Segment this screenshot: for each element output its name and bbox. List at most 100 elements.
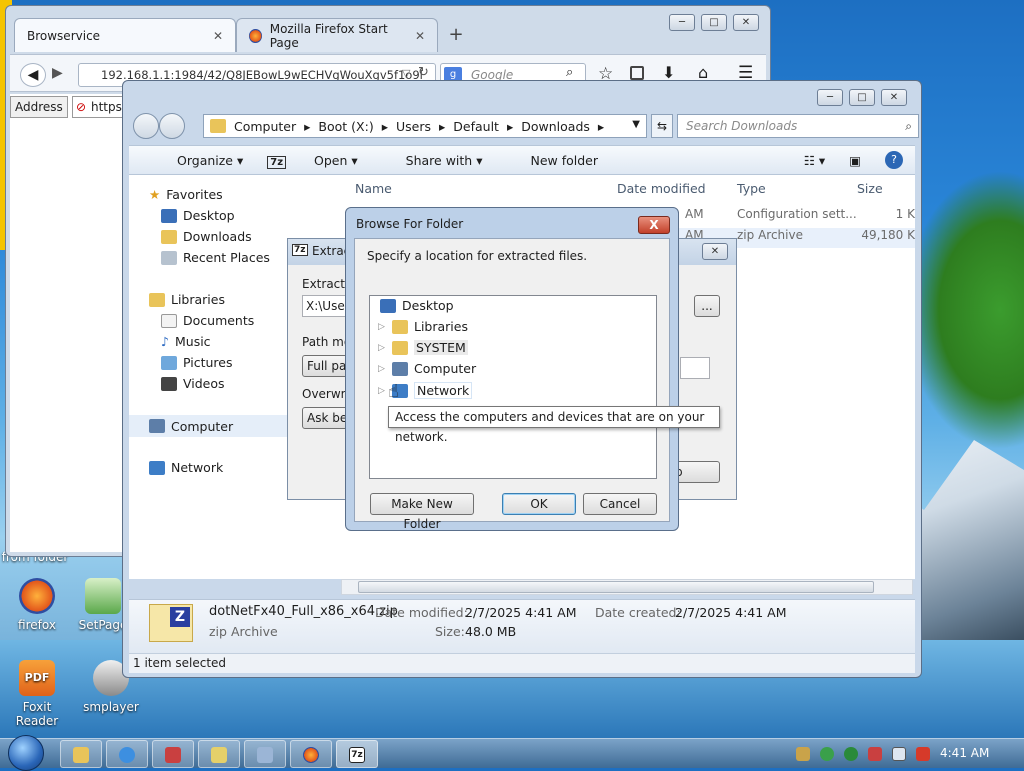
back-button[interactable]: ◀ — [20, 63, 46, 87]
desktop-icon-foxit-reader[interactable]: PDF Foxit Reader — [2, 660, 72, 728]
taskbar-explorer[interactable] — [60, 740, 102, 768]
breadcrumb-item[interactable]: Boot (X:) — [318, 119, 373, 134]
tree-item-libraries[interactable]: ▷ Libraries — [378, 319, 468, 334]
column-type[interactable]: Type — [737, 181, 766, 196]
nav-recent-places[interactable]: Recent Places — [161, 250, 270, 265]
help-icon[interactable]: ? — [885, 151, 903, 169]
hand-cursor-icon: ☝ — [388, 381, 399, 402]
taskbar-7zip[interactable]: 7z — [336, 740, 378, 768]
breadcrumb-item[interactable]: Default — [453, 119, 499, 134]
folder-tree[interactable]: Desktop ▷ Libraries ▷ SYSTEM ▷ Computer ▷ Ne… — [369, 295, 657, 479]
nav-pictures[interactable]: Pictures — [161, 355, 233, 370]
close-button[interactable]: X — [638, 216, 670, 234]
preview-pane-icon[interactable]: ▣ — [849, 153, 861, 168]
open-button[interactable]: 7z Open ▾ — [267, 153, 358, 169]
desktop-icon-firefox[interactable]: firefox — [2, 578, 72, 632]
star-icon: ★ — [149, 187, 161, 202]
breadcrumb-item[interactable]: Users — [396, 119, 431, 134]
taskbar-app5[interactable] — [244, 740, 286, 768]
password-field[interactable] — [680, 357, 710, 379]
nav-music[interactable]: ♪ Music — [161, 334, 211, 349]
forward-button[interactable]: ▶ — [52, 65, 63, 81]
breadcrumb-item[interactable]: Downloads — [521, 119, 590, 134]
nav-libraries[interactable]: Libraries — [149, 292, 225, 307]
tree-item-computer[interactable]: ▷ Computer — [378, 361, 476, 376]
close-button[interactable]: ✕ — [733, 14, 759, 31]
reading-list-icon[interactable] — [630, 66, 644, 80]
tab-browservice[interactable]: Browservice ✕ — [14, 18, 236, 52]
address-field[interactable]: ⊘ https: — [72, 96, 128, 118]
nav-computer[interactable]: Computer — [129, 415, 287, 437]
search-input[interactable]: Search Downloads ⌕ — [677, 114, 919, 138]
libraries-icon — [149, 292, 165, 307]
column-size[interactable]: Size — [857, 181, 883, 196]
chevron-right-icon[interactable]: ▸ — [598, 119, 604, 134]
maximize-button[interactable]: □ — [701, 14, 727, 31]
scrollbar-thumb[interactable] — [358, 581, 874, 593]
tab-strip: Browservice ✕ Mozilla Firefox Start Page… — [14, 18, 474, 52]
start-button[interactable] — [8, 735, 44, 771]
chevron-right-icon[interactable]: ▸ — [304, 119, 310, 134]
expand-arrow-icon[interactable]: ▷ — [378, 322, 386, 332]
tree-item-desktop[interactable]: Desktop — [380, 298, 454, 313]
refresh-icon[interactable]: ⇆ — [651, 114, 673, 138]
taskbar-app4[interactable] — [198, 740, 240, 768]
close-button[interactable]: ✕ — [881, 89, 907, 106]
ok-button[interactable]: OK — [502, 493, 576, 515]
chevron-right-icon[interactable]: ▸ — [382, 119, 388, 134]
nav-favorites[interactable]: ★ Favorites — [149, 187, 223, 202]
nav-desktop[interactable]: Desktop — [161, 208, 235, 223]
chevron-down-icon[interactable]: ▼ — [632, 119, 640, 130]
horizontal-scrollbar[interactable] — [341, 579, 913, 595]
taskbar-ie[interactable] — [106, 740, 148, 768]
forward-button[interactable] — [159, 113, 185, 139]
tree-label: Libraries — [414, 319, 468, 334]
chevron-right-icon[interactable]: ▸ — [439, 119, 445, 134]
column-date-modified[interactable]: Date modified — [617, 181, 706, 196]
share-with-button[interactable]: Share with ▾ — [382, 153, 483, 168]
url-dropdown-icon[interactable]: ▽ — [402, 67, 410, 80]
tray-icon[interactable] — [820, 747, 834, 761]
volume-muted-icon[interactable] — [916, 747, 930, 761]
tab-close-icon[interactable]: ✕ — [415, 29, 425, 43]
browse-button[interactable]: ... — [694, 295, 720, 317]
tab-firefox-start[interactable]: Mozilla Firefox Start Page ✕ — [236, 18, 438, 52]
close-button[interactable]: ✕ — [702, 243, 728, 260]
minimize-button[interactable]: ─ — [817, 89, 843, 106]
breadcrumb-item[interactable]: Computer — [234, 119, 296, 134]
make-new-folder-button[interactable]: Make New Folder — [370, 493, 474, 531]
tree-item-system[interactable]: ▷ SYSTEM — [378, 340, 468, 355]
new-tab-button[interactable]: + — [438, 18, 474, 52]
expand-arrow-icon[interactable]: ▷ — [378, 386, 386, 396]
tray-icon[interactable] — [796, 747, 810, 761]
taskbar-network[interactable] — [152, 740, 194, 768]
organize-button[interactable]: Organize ▾ — [153, 153, 243, 168]
expand-arrow-icon[interactable]: ▷ — [378, 343, 386, 353]
breadcrumb[interactable]: Computer ▸ Boot (X:) ▸ Users ▸ Default ▸ Dow… — [203, 114, 647, 138]
nav-network[interactable]: Network — [149, 460, 223, 475]
app-icon — [211, 747, 227, 763]
play-icon[interactable] — [844, 747, 858, 761]
desktop-icon-label: SetPage — [78, 618, 128, 632]
column-name[interactable]: Name — [355, 181, 392, 196]
clock[interactable]: 4:41 AM — [940, 746, 989, 760]
reload-icon[interactable]: ↻ — [418, 65, 429, 80]
cancel-button[interactable]: Cancel — [583, 493, 657, 515]
back-button[interactable] — [133, 113, 159, 139]
tray-icon[interactable] — [868, 747, 882, 761]
new-folder-button[interactable]: New folder — [506, 153, 598, 168]
taskbar-firefox[interactable] — [290, 740, 332, 768]
maximize-button[interactable]: □ — [849, 89, 875, 106]
tab-close-icon[interactable]: ✕ — [213, 29, 223, 43]
nav-label: Libraries — [171, 292, 225, 307]
tree-label: Computer — [414, 361, 477, 376]
nav-documents[interactable]: Documents — [161, 313, 254, 328]
chevron-right-icon[interactable]: ▸ — [507, 119, 513, 134]
view-options-icon[interactable]: ☷ ▾ — [804, 153, 825, 168]
expand-arrow-icon[interactable]: ▷ — [378, 364, 386, 374]
nav-downloads[interactable]: Downloads — [161, 229, 252, 244]
minimize-button[interactable]: ─ — [669, 14, 695, 31]
network-tray-icon[interactable] — [892, 747, 906, 761]
nav-videos[interactable]: Videos — [161, 376, 225, 391]
search-icon[interactable]: ⌕ — [566, 65, 573, 80]
